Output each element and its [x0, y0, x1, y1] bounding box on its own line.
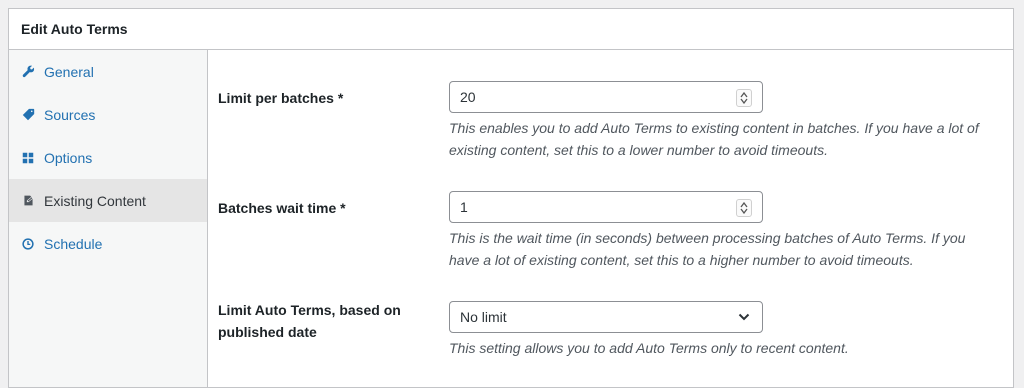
wrench-icon — [21, 65, 35, 79]
settings-content: Limit per batches * 20 This enables you … — [208, 50, 1013, 387]
sidebar-item-label: Existing Content — [44, 192, 146, 209]
limit-per-batches-description: This enables you to add Auto Terms to ex… — [449, 120, 979, 158]
batches-wait-time-description: This is the wait time (in seconds) betwe… — [449, 230, 966, 268]
batches-wait-time-input[interactable]: 1 — [449, 191, 763, 223]
number-spinner-icon[interactable] — [736, 89, 752, 107]
edit-auto-terms-panel: Edit Auto Terms General Sources Options — [8, 8, 1014, 388]
batches-wait-time-value: 1 — [460, 199, 468, 215]
limit-by-date-label: Limit Auto Terms, based on published dat… — [218, 302, 401, 340]
content-icon — [21, 194, 35, 208]
sidebar-item-schedule[interactable]: Schedule — [9, 222, 207, 265]
sidebar-item-options[interactable]: Options — [9, 136, 207, 179]
sidebar-item-general[interactable]: General — [9, 50, 207, 93]
settings-sidebar: General Sources Options Existing Content — [9, 50, 208, 387]
chevron-down-icon — [738, 313, 750, 321]
limit-per-batches-label: Limit per batches * — [218, 90, 344, 106]
limit-by-date-description: This setting allows you to add Auto Term… — [449, 340, 849, 356]
batches-wait-time-label: Batches wait time * — [218, 200, 346, 216]
sidebar-item-label: Schedule — [44, 235, 103, 252]
limit-per-batches-input[interactable]: 20 — [449, 81, 763, 113]
sidebar-item-sources[interactable]: Sources — [9, 93, 207, 136]
required-marker: * — [337, 90, 344, 106]
sidebar-item-existing-content[interactable]: Existing Content — [9, 179, 207, 222]
sidebar-item-label: General — [44, 63, 94, 80]
clock-icon — [21, 237, 35, 251]
grid-icon — [21, 151, 35, 165]
required-marker: * — [340, 200, 346, 216]
limit-by-date-selected: No limit — [460, 309, 507, 325]
tag-icon — [21, 108, 35, 122]
panel-title: Edit Auto Terms — [9, 9, 1013, 50]
number-spinner-icon[interactable] — [736, 199, 752, 217]
sidebar-item-label: Options — [44, 149, 93, 166]
limit-by-date-select[interactable]: No limit — [449, 301, 763, 333]
sidebar-item-label: Sources — [44, 106, 96, 123]
limit-per-batches-value: 20 — [460, 89, 476, 105]
